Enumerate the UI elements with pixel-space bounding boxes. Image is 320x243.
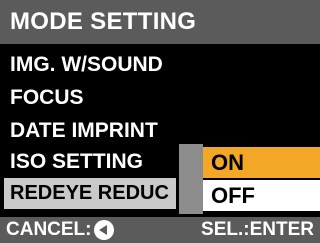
menu-item-img-w-sound[interactable]: IMG. W/SOUND	[10, 51, 163, 79]
hint-bar: CANCEL: SEL.:ENTER	[0, 217, 320, 243]
option-off[interactable]: OFF	[203, 180, 320, 211]
menu-item-redeye-reduc[interactable]: REDEYE REDUC	[4, 178, 176, 209]
menu-item-focus[interactable]: FOCUS	[10, 84, 84, 112]
select-hint[interactable]: SEL.:ENTER	[201, 217, 314, 243]
option-submenu: ON OFF	[179, 144, 320, 214]
menu-item-date-imprint[interactable]: DATE IMPRINT	[10, 117, 158, 145]
left-arrow-button-icon	[93, 220, 114, 240]
mode-setting-screen: MODE SETTING IMG. W/SOUND FOCUS DATE IMP…	[0, 0, 320, 243]
menu-item-iso-setting[interactable]: ISO SETTING	[10, 148, 143, 176]
submenu-gutter	[179, 144, 203, 214]
cancel-label: CANCEL:	[6, 219, 92, 240]
option-on[interactable]: ON	[203, 147, 320, 178]
cancel-hint[interactable]: CANCEL:	[6, 217, 114, 243]
screen-title: MODE SETTING	[0, 0, 320, 44]
